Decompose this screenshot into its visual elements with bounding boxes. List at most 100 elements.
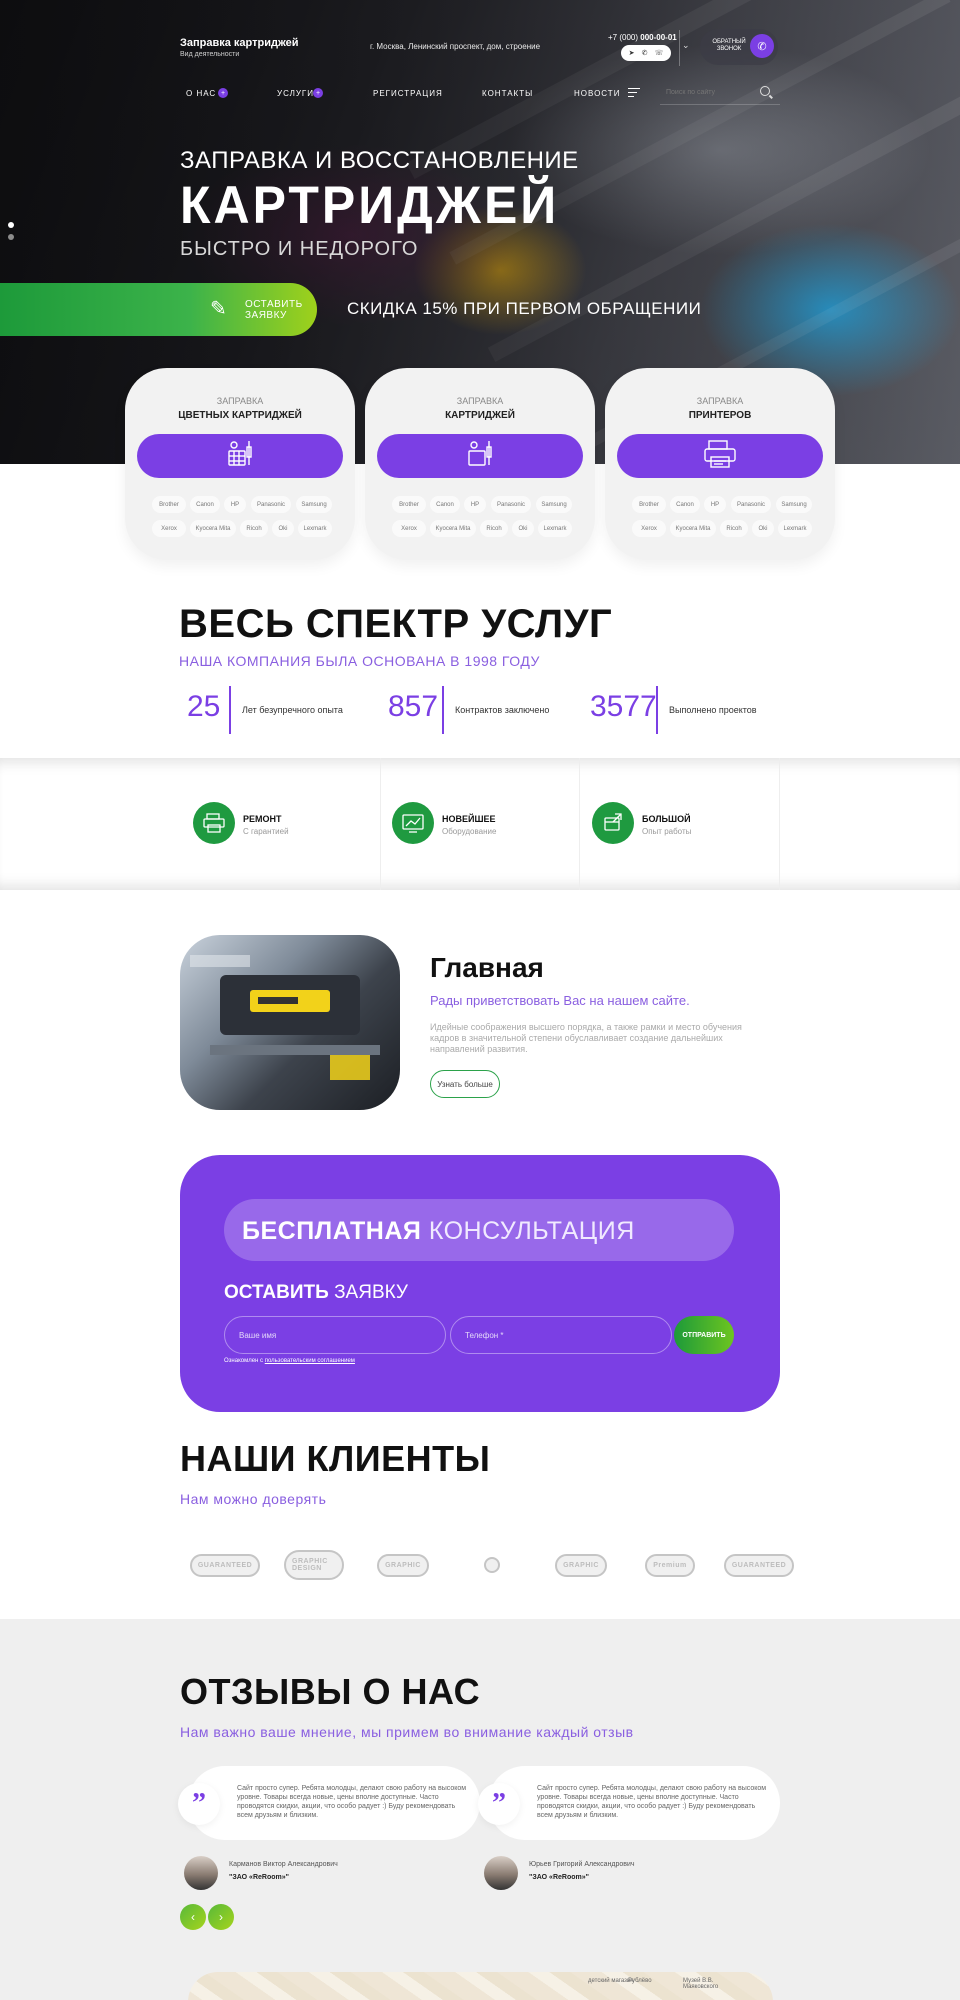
service-card-band[interactable] <box>617 434 823 478</box>
reviewer-company: "ЗАО «ReRoom»" <box>529 1874 589 1881</box>
client-logo-badge: GRAPHIC <box>555 1553 607 1577</box>
chevron-down-icon[interactable]: ⌄ <box>682 40 690 51</box>
learn-more-button[interactable]: Узнать больше <box>430 1070 500 1098</box>
brand-chip[interactable]: HP <box>464 496 486 513</box>
service-card-band[interactable] <box>137 434 343 478</box>
reviewer-company: "ЗАО «ReRoom»" <box>229 1874 289 1881</box>
name-input[interactable] <box>224 1316 446 1354</box>
client-logo[interactable] <box>462 1545 522 1585</box>
brand-chip[interactable]: Canon <box>430 496 460 513</box>
client-logo-badge: Premium <box>645 1553 695 1577</box>
brand-chip[interactable]: Lexmark <box>778 520 812 537</box>
cartridge-icon <box>463 437 497 476</box>
about-text: Идейные соображения высшего порядка, а т… <box>430 1022 742 1054</box>
feature-divider <box>779 758 780 890</box>
client-logo[interactable]: GRAPHIC <box>551 1545 611 1585</box>
client-logo-badge: GRAPHIC DESIGN <box>284 1550 344 1580</box>
hero-title-line1: ЗАПРАВКА И ВОССТАНОВЛЕНИЕ <box>180 147 579 174</box>
brand-chip[interactable]: Ricoh <box>720 520 748 537</box>
brand-chip[interactable]: Panasonic <box>251 496 291 513</box>
phone-icon[interactable]: ✆ <box>750 34 774 58</box>
brand-chip[interactable]: Xerox <box>632 520 666 537</box>
brand-chip[interactable]: Lexmark <box>298 520 332 537</box>
brand-chip[interactable]: Ricoh <box>240 520 268 537</box>
plus-icon[interactable]: + <box>218 88 228 98</box>
whatsapp-icon[interactable]: ✆ <box>642 49 648 57</box>
brand-chip[interactable]: Samsung <box>776 496 812 513</box>
nav-item-services[interactable]: УСЛУГИ <box>277 89 314 98</box>
brand-chip[interactable]: Samsung <box>296 496 332 513</box>
stat-value: 3577 <box>590 690 657 723</box>
brand-chip[interactable]: Ricoh <box>480 520 508 537</box>
brand-chip[interactable]: Kyocera Mita <box>190 520 236 537</box>
cta-label: ОСТАВИТЬ ЗАЯВКУ <box>245 299 303 321</box>
header-divider <box>679 30 680 66</box>
promo-text: СКИДКА 15% ПРИ ПЕРВОМ ОБРАЩЕНИИ <box>347 299 701 319</box>
leave-bold: ОСТАВИТЬ <box>224 1282 329 1303</box>
stat-label: Лет безупречного опыта <box>242 705 343 715</box>
nav-item-contacts[interactable]: КОНТАКТЫ <box>482 89 533 98</box>
brand-chip[interactable]: Oki <box>512 520 534 537</box>
reviews-prev-button[interactable]: ‹ <box>180 1904 206 1930</box>
client-logo[interactable]: GUARANTEED <box>723 1545 795 1585</box>
brand-chip[interactable]: Samsung <box>536 496 572 513</box>
brand-chip[interactable]: Kyocera Mita <box>670 520 716 537</box>
send-button[interactable]: ОТПРАВИТЬ <box>674 1316 734 1354</box>
reviews-next-button[interactable]: › <box>208 1904 234 1930</box>
viber-icon[interactable]: ☏ <box>655 49 664 57</box>
brand-chip[interactable]: HP <box>704 496 726 513</box>
client-logo-badge: GUARANTEED <box>189 1553 261 1577</box>
client-logo[interactable]: GUARANTEED <box>189 1545 261 1585</box>
feature-divider <box>579 758 580 890</box>
service-card-caption: ЗАПРАВКА <box>696 396 744 406</box>
phone-main: 000-00-01 <box>640 33 677 42</box>
agreement-link[interactable]: пользовательским соглашением <box>265 1358 355 1364</box>
stat-divider <box>229 686 231 734</box>
leave-request-title: ОСТАВИТЬ ЗАЯВКУ <box>224 1282 408 1304</box>
brand-chip[interactable]: Brother <box>632 496 666 513</box>
nav-item-news[interactable]: НОВОСТИ <box>574 89 620 98</box>
brand-chip[interactable]: HP <box>224 496 246 513</box>
brand-chip[interactable]: Panasonic <box>731 496 771 513</box>
messenger-links: ➤ ✆ ☏ <box>621 45 671 61</box>
nav-item-registration[interactable]: РЕГИСТРАЦИЯ <box>373 89 443 98</box>
brand-chip[interactable]: Canon <box>190 496 220 513</box>
brand-chip[interactable]: Lexmark <box>538 520 572 537</box>
spectrum-title: ВЕСЬ СПЕКТР УСЛУГ <box>179 602 613 646</box>
stat-value: 25 <box>187 690 221 723</box>
phone-input[interactable] <box>450 1316 672 1354</box>
brand-chip[interactable]: Brother <box>152 496 186 513</box>
feature-title: РЕМОНТ <box>243 814 282 824</box>
client-logo[interactable]: GRAPHIC DESIGN <box>284 1545 344 1585</box>
brand-chip[interactable]: Oki <box>752 520 774 537</box>
clients-title: НАШИ КЛИЕНТЫ <box>180 1438 491 1479</box>
nav-item-about[interactable]: О НАС <box>186 89 216 98</box>
reviews-title: ОТЗЫВЫ О НАС <box>180 1671 481 1712</box>
slider-dot-2[interactable] <box>8 234 14 240</box>
client-logo[interactable]: GRAPHIC <box>373 1545 433 1585</box>
client-logo[interactable]: Premium <box>640 1545 700 1585</box>
telegram-icon[interactable]: ➤ <box>629 49 635 57</box>
map-label-museum: Музей В.В. Маяковского <box>683 1978 719 1990</box>
search-icon[interactable] <box>760 86 770 96</box>
service-card-title[interactable]: ПРИНТЕРОВ <box>605 410 835 421</box>
phone-number[interactable]: +7 (000) 000-00-01 <box>608 33 677 42</box>
phone-prefix: +7 (000) <box>608 33 639 42</box>
brand-chip[interactable]: Canon <box>670 496 700 513</box>
map-label-district: Рублёво <box>628 1978 652 1984</box>
brand-chip[interactable]: Brother <box>392 496 426 513</box>
brand-chip[interactable]: Oki <box>272 520 294 537</box>
brand-chip[interactable]: Kyocera Mita <box>430 520 476 537</box>
brand-name[interactable]: Заправка картриджей <box>180 37 299 49</box>
brand-chip[interactable]: Xerox <box>392 520 426 537</box>
brand-chip[interactable]: Xerox <box>152 520 186 537</box>
menu-icon[interactable] <box>628 88 640 100</box>
service-card-band[interactable] <box>377 434 583 478</box>
service-card-caption: ЗАПРАВКА <box>216 396 264 406</box>
service-card-title[interactable]: КАРТРИДЖЕЙ <box>365 410 595 421</box>
search-input[interactable] <box>666 89 756 96</box>
plus-icon[interactable]: + <box>313 88 323 98</box>
service-card-title[interactable]: ЦВЕТНЫХ КАРТРИДЖЕЙ <box>125 410 355 421</box>
brand-chip[interactable]: Panasonic <box>491 496 531 513</box>
slider-dot-1[interactable] <box>8 222 14 228</box>
